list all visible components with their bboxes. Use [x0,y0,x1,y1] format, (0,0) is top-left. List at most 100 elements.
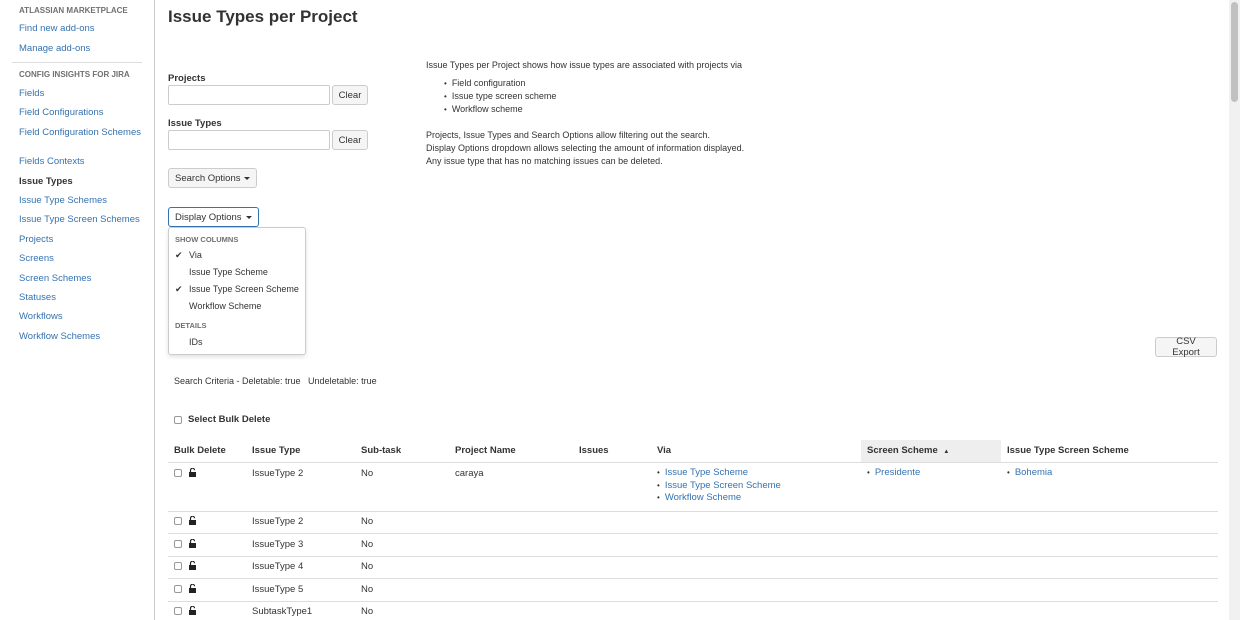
issue-type-link[interactable]: SubtaskType1 [252,606,312,617]
row-divider [168,578,1218,579]
sub-task-value: No [361,516,374,527]
info-line: Display Options dropdown allows selectin… [426,143,745,153]
sidebar-item-issue-types[interactable]: Issue Types [19,177,149,187]
issue-type-screen-scheme-list: Bohemia [1007,467,1053,480]
sidebar-item-screen-schemes[interactable]: Screen Schemes [19,274,149,284]
col-header-screen-scheme[interactable]: Screen Scheme ▲ [867,445,949,456]
sidebar-item-field-configuration-schemes[interactable]: Field Configuration Schemes [19,128,149,138]
display-options-menu: SHOW COLUMNS ✔ Via Issue Type Scheme ✔ Iss… [168,227,306,355]
issue-type-link[interactable]: IssueType 5 [252,584,303,595]
info-bullet: Issue type screen scheme [444,90,742,103]
menu-item-issue-type-scheme[interactable]: Issue Type Scheme [175,267,268,277]
issue-types-label: Issue Types [168,118,222,129]
menu-item-label: Via [189,250,202,260]
info-intro: Issue Types per Project shows how issue … [426,60,742,70]
sidebar-item-field-configurations[interactable]: Field Configurations [19,108,149,118]
row-bulk-delete-checkbox[interactable] [174,562,182,570]
col-header-issue-type-screen-scheme[interactable]: Issue Type Screen Scheme [1007,445,1129,456]
row-bulk-delete-checkbox[interactable] [174,540,182,548]
info-line: Any issue type that has no matching issu… [426,156,663,166]
select-bulk-delete-label: Select Bulk Delete [188,414,271,425]
info-bullets: Field configuration Issue type screen sc… [444,77,742,116]
check-icon: ✔ [175,284,183,294]
issue-types-clear-button[interactable]: Clear [332,130,368,150]
sidebar-item-workflow-schemes[interactable]: Workflow Schemes [19,332,149,342]
projects-input[interactable] [168,85,330,105]
unlock-icon [189,539,196,548]
via-link-issue-type-screen-scheme[interactable]: Issue Type Screen Scheme [665,480,781,491]
col-header-via[interactable]: Via [657,445,671,456]
col-header-issue-type[interactable]: Issue Type [252,445,300,456]
issue-type-link[interactable]: IssueType 2 [252,516,303,527]
menu-item-workflow-scheme[interactable]: Workflow Scheme [175,301,261,311]
page-title: Issue Types per Project [168,7,358,26]
menu-item-ids[interactable]: IDs [175,337,203,347]
row-divider [168,533,1218,534]
via-link-workflow-scheme[interactable]: Workflow Scheme [665,492,741,503]
menu-item-label: Issue Type Screen Scheme [189,284,299,294]
issue-type-link[interactable]: IssueType 3 [252,539,303,550]
info-line: Projects, Issue Types and Search Options… [426,130,710,140]
issue-type-link[interactable]: IssueType 2 [252,468,303,479]
project-name-link[interactable]: caraya [455,468,484,479]
row-bulk-delete-checkbox[interactable] [174,607,182,615]
search-options-button[interactable]: Search Options [168,168,258,188]
table-header-divider [168,462,1218,463]
caret-down-icon [244,176,251,180]
unlock-icon [189,561,196,570]
sidebar-item-fields[interactable]: Fields [19,89,149,99]
sidebar-item-issue-type-schemes[interactable]: Issue Type Schemes [19,196,149,206]
search-criteria: Search Criteria - Deletable: true Undele… [174,376,377,386]
info-description: Issue Types per Project shows how issue … [426,59,742,116]
sidebar-item-manage-addons[interactable]: Manage add-ons [19,44,149,54]
issue-type-link[interactable]: IssueType 4 [252,561,303,572]
csv-export-button[interactable]: CSV Export [1155,336,1217,358]
info-bullet: Field configuration [444,77,742,90]
row-bulk-delete-checkbox[interactable] [174,517,182,525]
col-header-screen-scheme-label: Screen Scheme [867,445,938,456]
row-bulk-delete-checkbox[interactable] [174,585,182,593]
row-bulk-delete-checkbox[interactable] [174,469,182,477]
sidebar-item-screens[interactable]: Screens [19,254,149,264]
sidebar-section-title-config-insights: CONFIG INSIGHTS FOR JIRA [19,70,130,79]
menu-item-via[interactable]: ✔ Via [175,250,202,261]
select-bulk-delete[interactable]: Select Bulk Delete [174,414,270,425]
details-heading: DETAILS [175,321,207,330]
via-list: Issue Type Scheme Issue Type Screen Sche… [657,467,781,505]
unlock-icon [189,468,196,477]
col-header-sub-task[interactable]: Sub-task [361,445,401,456]
search-options-label: Search Options [175,172,241,184]
projects-clear-button[interactable]: Clear [332,85,368,105]
display-options-button[interactable]: Display Options [168,207,259,227]
menu-item-label: Issue Type Scheme [189,267,268,277]
issue-types-input[interactable] [168,130,330,150]
row-divider [168,556,1218,557]
sidebar-item-issue-type-screen-schemes[interactable]: Issue Type Screen Schemes [19,215,149,225]
row-divider [168,511,1218,512]
col-header-project-name[interactable]: Project Name [455,445,516,456]
sidebar-item-workflows[interactable]: Workflows [19,312,149,322]
sidebar-item-statuses[interactable]: Statuses [19,293,149,303]
menu-item-issue-type-screen-scheme[interactable]: ✔ Issue Type Screen Scheme [175,284,299,295]
display-options-label: Display Options [175,211,242,223]
sidebar-item-find-new-addons[interactable]: Find new add-ons [19,24,149,34]
sidebar-item-fields-contexts[interactable]: Fields Contexts [19,157,149,167]
sub-task-value: No [361,539,374,550]
scrollbar-thumb[interactable] [1231,2,1238,102]
issue-type-screen-scheme-link[interactable]: Bohemia [1015,467,1053,478]
screen-scheme-link[interactable]: Presidente [875,467,920,478]
menu-item-label: Workflow Scheme [189,301,262,311]
select-bulk-delete-checkbox[interactable] [174,415,182,424]
unlock-icon [189,516,196,525]
vertical-scrollbar[interactable] [1229,0,1240,620]
col-header-issues[interactable]: Issues [579,445,609,456]
sort-asc-icon: ▲ [943,449,950,455]
sub-task-value: No [361,606,374,617]
sidebar-item-projects[interactable]: Projects [19,235,149,245]
sidebar: ATLASSIAN MARKETPLACE Find new add-ons M… [0,0,155,620]
via-link-issue-type-scheme[interactable]: Issue Type Scheme [665,467,748,478]
menu-item-label: IDs [189,337,203,347]
caret-down-icon [245,215,252,219]
info-bullet: Workflow scheme [444,103,742,116]
sidebar-divider [12,62,142,63]
